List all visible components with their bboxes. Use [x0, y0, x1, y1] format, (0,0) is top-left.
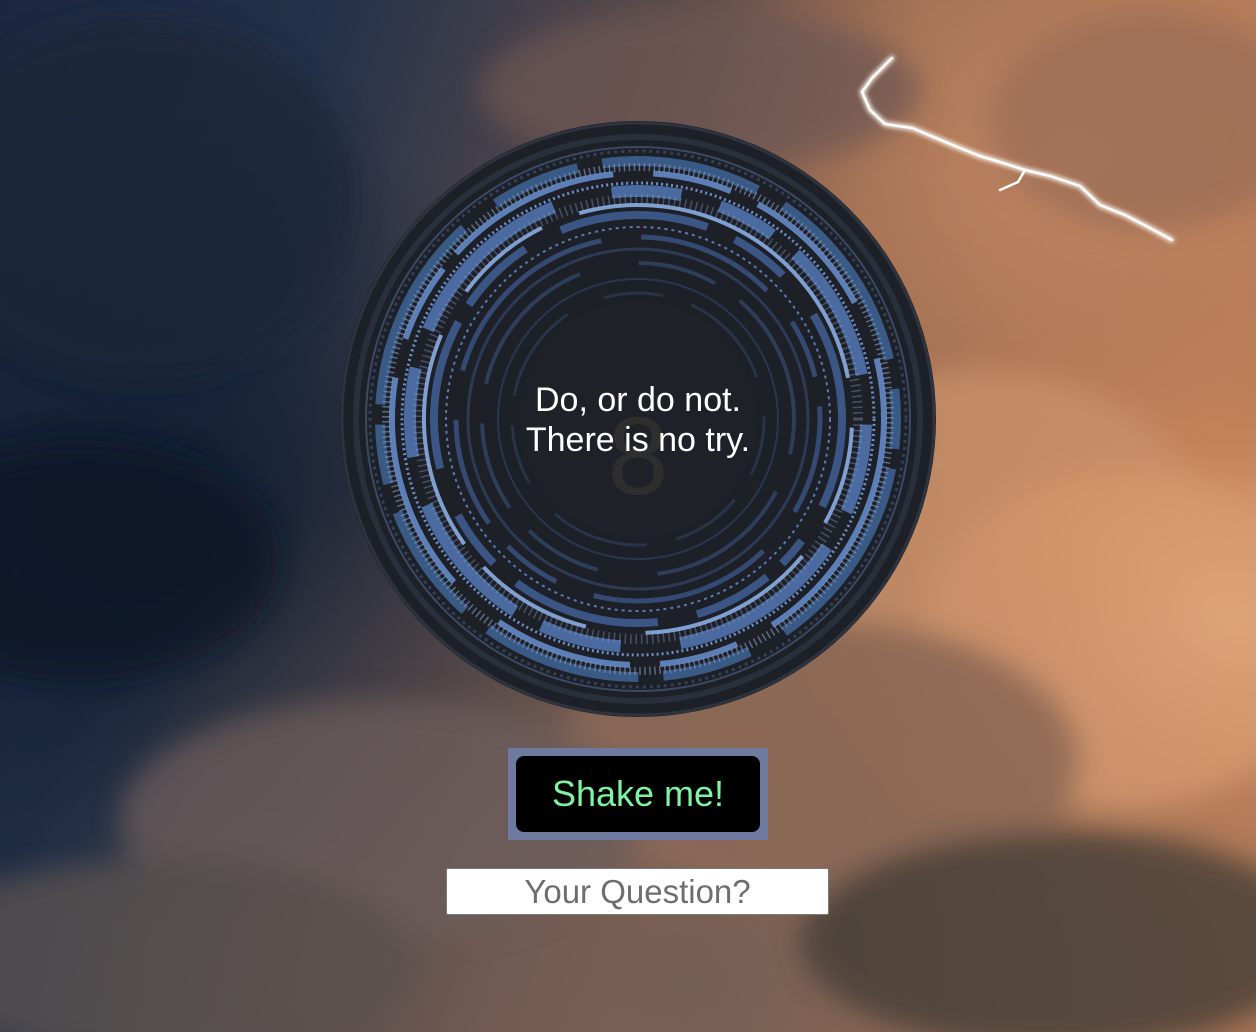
shake-button[interactable]: Shake me! [516, 756, 760, 832]
shake-button-frame: Shake me! [508, 748, 768, 840]
answer-line-2: There is no try. [525, 421, 751, 459]
magic-8-ball[interactable]: 8 Do, or do not. There is no try. [339, 120, 937, 718]
answer-line-1: Do, or do not. [534, 381, 741, 419]
question-input[interactable] [446, 868, 829, 915]
answer-text: Do, or do not. There is no try. [339, 380, 937, 460]
